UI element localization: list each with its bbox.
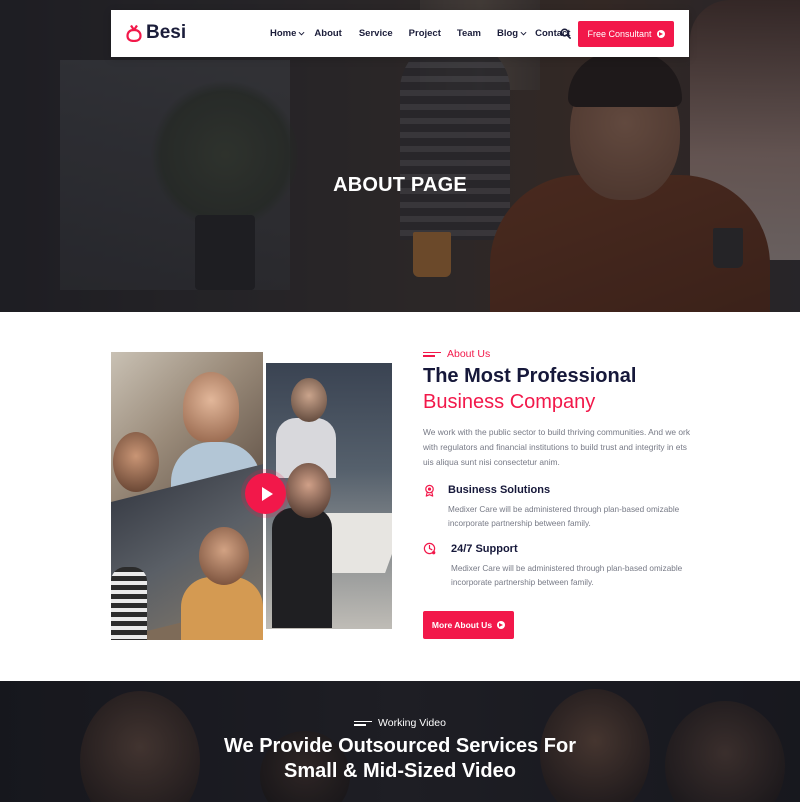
logo-icon [126, 24, 142, 42]
more-about-us-label: More About Us [431, 620, 493, 630]
eyebrow-lines-icon [423, 351, 441, 357]
nav-item-home[interactable]: Home [270, 28, 305, 39]
chevron-down-icon [298, 31, 305, 36]
nav-item-label: Service [358, 28, 393, 39]
chevron-down-icon [520, 31, 527, 36]
main-menu: Home About Service Project Team Blog Con… [270, 10, 570, 57]
video-heading-second-line: Small & Mid-Sized Video [0, 760, 800, 783]
arrow-circle-icon [656, 30, 665, 38]
navbar: Besi Home About Service Project Team Blo… [111, 10, 689, 57]
logo[interactable]: Besi [126, 22, 186, 44]
page-title: ABOUT PAGE [333, 174, 467, 196]
eyebrow-lines-icon [354, 720, 373, 726]
award-icon [425, 484, 434, 497]
photo-man-face [291, 378, 327, 422]
free-consultant-label: Free Consultant [587, 29, 652, 39]
photo-man-face [199, 527, 249, 585]
feature-title: Business Solutions [448, 484, 551, 496]
photo-woman-face [286, 463, 331, 518]
feature-title: 24/7 Support [451, 543, 518, 555]
photo-man-face [113, 432, 159, 492]
nav-item-blog[interactable]: Blog [497, 28, 527, 39]
about-heading-highlight: Business Company [423, 391, 596, 413]
nav-item-team[interactable]: Team [457, 28, 481, 39]
nav-item-label: Team [456, 28, 481, 39]
support-icon [423, 542, 436, 555]
video-heading-rest: Mid-Sized Video [357, 760, 516, 782]
photo-man-shirt [181, 577, 263, 640]
video-eyebrow-label: Working Video [378, 717, 446, 729]
about-eyebrow-label: About Us [447, 348, 491, 360]
arrow-circle-icon [497, 621, 506, 629]
nav-item-label: Home [270, 28, 297, 39]
play-video-button[interactable] [245, 473, 286, 514]
feature-text: Medixer Care will be administered throug… [451, 564, 683, 587]
about-eyebrow: About Us [423, 348, 490, 360]
nav-item-service[interactable]: Service [359, 28, 393, 39]
logo-text: Besi [146, 22, 187, 43]
more-about-us-button[interactable]: More About Us [423, 611, 514, 639]
nav-item-project[interactable]: Project [409, 28, 441, 39]
photo-woman-outfit [272, 508, 332, 628]
feature-text: Medixer Care will be administered throug… [448, 505, 680, 528]
video-heading: We Provide Outsourced Services For [224, 735, 576, 757]
nav-item-label: About [314, 28, 342, 39]
photo-woman-striped [111, 567, 147, 640]
about-paragraph: We work with the public sector to build … [423, 427, 691, 467]
about-heading: The Most Professional [423, 365, 637, 387]
nav-item-label: Project [408, 28, 441, 39]
nav-item-label: Blog [497, 28, 519, 39]
photo-woman-face [183, 372, 239, 442]
about-image-team-left [111, 352, 263, 640]
video-heading-bold: Small & [284, 760, 358, 782]
nav-item-about[interactable]: About [314, 28, 341, 39]
free-consultant-button[interactable]: Free Consultant [578, 21, 674, 47]
video-eyebrow: Working Video [0, 717, 800, 729]
search-icon[interactable] [560, 28, 571, 39]
